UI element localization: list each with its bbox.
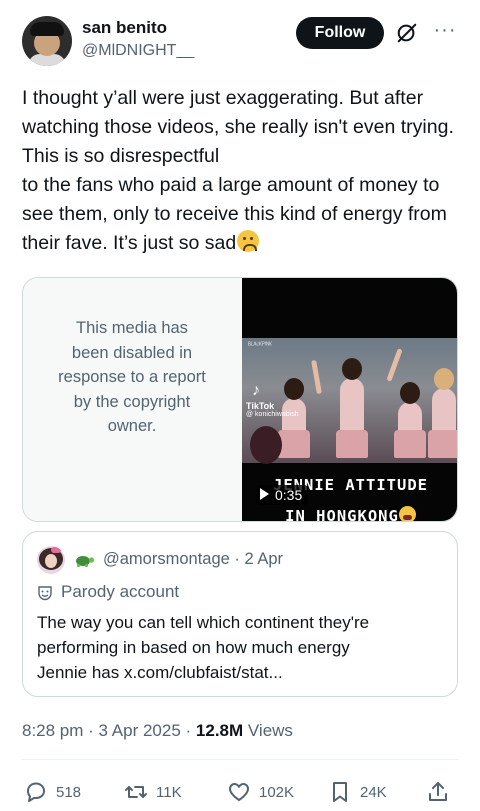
turtle-icon: [76, 556, 95, 567]
video-caption-line2: IN HONGKONG: [242, 506, 457, 521]
tiktok-icon: ♪: [252, 382, 260, 399]
action-bar: 518 11K 102K 24K: [24, 778, 460, 806]
repost-count: 11K: [156, 784, 182, 801]
repost-icon: [125, 786, 147, 798]
tweet-meta: 8:28 pm · 3 Apr 2025 · 12.8M Views: [22, 721, 293, 740]
quoted-author-handle: @amorsmontage: [103, 550, 230, 568]
disabled-media-panel: This media has been disabled in response…: [23, 278, 241, 521]
tweet-date[interactable]: 3 Apr 2025: [99, 721, 181, 740]
reply-count: 518: [56, 784, 82, 801]
bookmark-icon: [333, 782, 347, 802]
video-thumbnail[interactable]: ᴮᴸᴬᶜᴷᴾᴵᴺᴷ ♪ TikTok @ konichiwabish JENNI…: [242, 278, 457, 521]
reply-icon: [27, 782, 45, 802]
tired-face-emoji: [398, 506, 416, 521]
author-name[interactable]: san benito: [82, 18, 167, 38]
views-label: Views: [247, 721, 293, 740]
tiktok-user: @ konichiwabish: [246, 411, 299, 418]
quoted-tweet[interactable]: @amorsmontage · 2 Apr Parody account The…: [22, 531, 458, 697]
media-card: This media has been disabled in response…: [22, 277, 458, 522]
grok-icon[interactable]: [396, 22, 418, 44]
parody-masks-icon: [38, 586, 52, 601]
more-options-icon[interactable]: ···: [432, 20, 458, 44]
heart-icon: [229, 783, 249, 801]
tweet-header: san benito @MlDNIGHT__ Follow ···: [18, 14, 462, 70]
video-duration-badge[interactable]: 0:35: [256, 485, 309, 505]
bookmark-count: 24K: [360, 784, 387, 801]
divider: [22, 759, 458, 760]
like-count: 102K: [259, 784, 295, 801]
tweet-text: I thought y’all were just exaggerating. …: [22, 87, 454, 254]
views-count: 12.8M: [195, 721, 244, 740]
follow-button[interactable]: Follow: [296, 17, 384, 49]
tweet-time[interactable]: 8:28 pm: [22, 721, 83, 740]
play-icon: [260, 488, 269, 500]
author-handle[interactable]: @MlDNIGHT__: [82, 42, 194, 60]
quoted-author-avatar: [37, 546, 65, 574]
share-button[interactable]: [426, 778, 454, 806]
quoted-date: 2 Apr: [244, 550, 284, 568]
quoted-author-meta: @amorsmontage · 2 Apr: [103, 550, 284, 568]
share-icon: [429, 782, 447, 801]
tiktok-label: TikTok: [246, 401, 275, 411]
quoted-tweet-text: The way you can tell which continent the…: [37, 613, 370, 682]
sad-face-emoji: [237, 230, 260, 252]
crowd-silhouette: [250, 426, 282, 464]
video-watermark: ᴮᴸᴬᶜᴷᴾᴵᴺᴷ: [248, 342, 273, 349]
parody-account-label: Parody account: [61, 582, 180, 601]
disabled-media-message: This media has been disabled in response…: [58, 319, 206, 435]
author-avatar[interactable]: [22, 16, 72, 66]
